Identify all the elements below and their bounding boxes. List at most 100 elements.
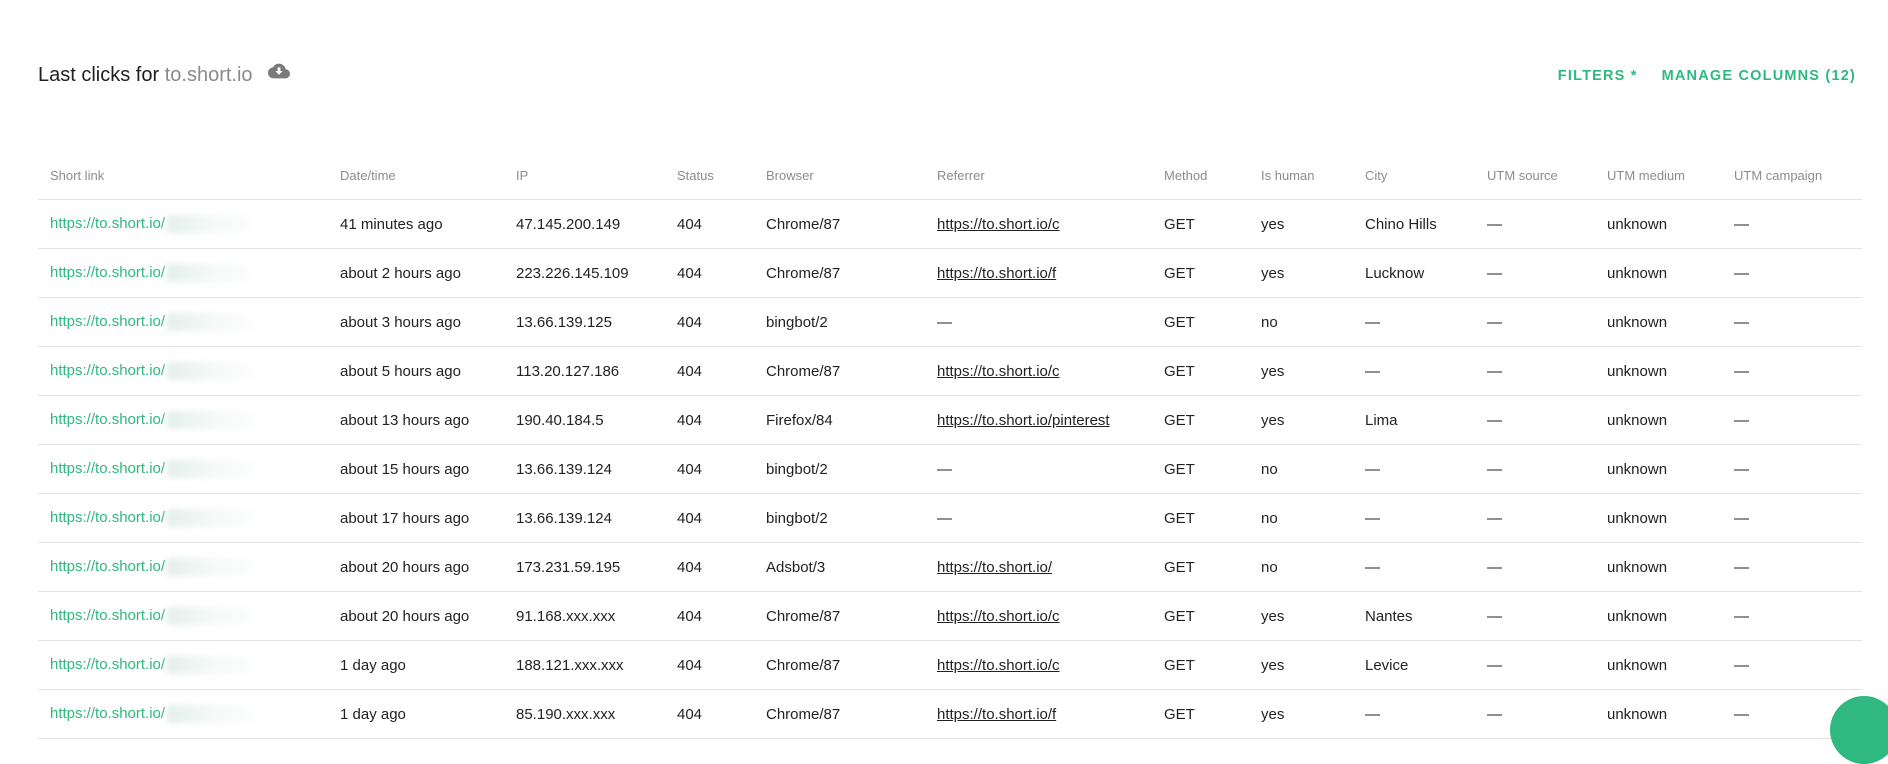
cell-browser: bingbot/2	[754, 297, 925, 347]
cell-is-human: yes	[1249, 248, 1353, 298]
referrer-link[interactable]: https://to.short.io/pinterest	[937, 412, 1110, 429]
redacted-slug	[167, 215, 266, 234]
short-link[interactable]: https://to.short.io/	[50, 509, 165, 526]
cell-short-link: https://to.short.io/	[38, 493, 328, 543]
cell-status: 404	[665, 493, 754, 543]
short-link[interactable]: https://to.short.io/	[50, 215, 165, 232]
cell-utm-campaign: —	[1722, 542, 1862, 592]
table-header-row: Short link Date/time IP Status Browser R…	[38, 152, 1862, 200]
short-link[interactable]: https://to.short.io/	[50, 558, 165, 575]
cell-method: GET	[1152, 248, 1249, 298]
cell-browser: bingbot/2	[754, 444, 925, 494]
cell-date-time: about 3 hours ago	[328, 297, 504, 347]
short-link[interactable]: https://to.short.io/	[50, 460, 165, 477]
short-link[interactable]: https://to.short.io/	[50, 313, 165, 330]
cell-short-link: https://to.short.io/	[38, 689, 328, 739]
cell-utm-campaign: —	[1722, 199, 1862, 249]
cell-utm-source: —	[1475, 248, 1595, 298]
column-header-status[interactable]: Status	[665, 152, 754, 200]
referrer-link[interactable]: https://to.short.io/c	[937, 657, 1060, 674]
column-header-utm-campaign[interactable]: UTM campaign	[1722, 152, 1862, 200]
floating-action-button[interactable]	[1830, 696, 1888, 764]
cell-date-time: about 20 hours ago	[328, 542, 504, 592]
column-header-short-link[interactable]: Short link	[38, 152, 328, 200]
column-header-is-human[interactable]: Is human	[1249, 152, 1353, 200]
redacted-slug	[167, 607, 266, 626]
short-link[interactable]: https://to.short.io/	[50, 362, 165, 379]
referrer-link[interactable]: https://to.short.io/c	[937, 608, 1060, 625]
column-header-utm-source[interactable]: UTM source	[1475, 152, 1595, 200]
cell-city: —	[1353, 346, 1475, 396]
cell-is-human: yes	[1249, 199, 1353, 249]
table-row: https://to.short.io/about 13 hours ago 19…	[38, 395, 1862, 445]
short-link[interactable]: https://to.short.io/	[50, 705, 165, 722]
column-header-utm-medium[interactable]: UTM medium	[1595, 152, 1722, 200]
cell-utm-campaign: —	[1722, 395, 1862, 445]
cell-browser: Firefox/84	[754, 395, 925, 445]
cell-utm-source: —	[1475, 297, 1595, 347]
redacted-slug	[167, 656, 266, 675]
short-link[interactable]: https://to.short.io/	[50, 264, 165, 281]
cell-utm-medium: unknown	[1595, 395, 1722, 445]
column-header-ip[interactable]: IP	[504, 152, 665, 200]
redacted-slug	[167, 411, 266, 430]
cell-browser: Chrome/87	[754, 591, 925, 641]
cell-utm-source: —	[1475, 542, 1595, 592]
cell-utm-medium: unknown	[1595, 199, 1722, 249]
cell-method: GET	[1152, 297, 1249, 347]
cell-status: 404	[665, 346, 754, 396]
cell-is-human: yes	[1249, 346, 1353, 396]
cell-city: —	[1353, 542, 1475, 592]
cell-ip: 190.40.184.5	[504, 395, 665, 445]
cell-ip: 223.226.145.109	[504, 248, 665, 298]
cell-utm-source: —	[1475, 395, 1595, 445]
referrer-link[interactable]: https://to.short.io/c	[937, 363, 1060, 380]
manage-columns-button[interactable]: MANAGE COLUMNS (12)	[1662, 68, 1856, 84]
cell-status: 404	[665, 199, 754, 249]
cell-ip: 113.20.127.186	[504, 346, 665, 396]
column-header-date-time[interactable]: Date/time	[328, 152, 504, 200]
column-header-browser[interactable]: Browser	[754, 152, 925, 200]
cell-short-link: https://to.short.io/	[38, 640, 328, 690]
table-row: https://to.short.io/about 17 hours ago 13…	[38, 493, 1862, 543]
cell-ip: 85.190.xxx.xxx	[504, 689, 665, 739]
cell-date-time: 41 minutes ago	[328, 199, 504, 249]
referrer-link[interactable]: https://to.short.io/	[937, 559, 1052, 576]
cell-method: GET	[1152, 542, 1249, 592]
cell-date-time: 1 day ago	[328, 640, 504, 690]
cell-is-human: yes	[1249, 591, 1353, 641]
column-header-method[interactable]: Method	[1152, 152, 1249, 200]
cell-utm-medium: unknown	[1595, 493, 1722, 543]
cell-browser: Chrome/87	[754, 689, 925, 739]
cell-utm-source: —	[1475, 199, 1595, 249]
cell-ip: 13.66.139.124	[504, 444, 665, 494]
cell-ip: 188.121.xxx.xxx	[504, 640, 665, 690]
table-row: https://to.short.io/about 15 hours ago 13…	[38, 444, 1862, 494]
cell-status: 404	[665, 248, 754, 298]
cell-city: —	[1353, 689, 1475, 739]
cell-method: GET	[1152, 640, 1249, 690]
cell-utm-medium: unknown	[1595, 346, 1722, 396]
table-row: https://to.short.io/about 3 hours ago 13.…	[38, 297, 1862, 347]
short-link[interactable]: https://to.short.io/	[50, 607, 165, 624]
column-header-city[interactable]: City	[1353, 152, 1475, 200]
short-link[interactable]: https://to.short.io/	[50, 411, 165, 428]
cell-is-human: yes	[1249, 689, 1353, 739]
redacted-slug	[167, 509, 266, 528]
referrer-link[interactable]: https://to.short.io/f	[937, 706, 1056, 723]
cell-method: GET	[1152, 444, 1249, 494]
cloud-download-icon[interactable]	[268, 62, 291, 85]
filters-button[interactable]: FILTERS *	[1558, 68, 1638, 84]
cell-referrer: https://to.short.io/c	[925, 640, 1152, 690]
cell-browser: Chrome/87	[754, 346, 925, 396]
cell-utm-source: —	[1475, 689, 1595, 739]
table-row: https://to.short.io/about 20 hours ago 91…	[38, 591, 1862, 641]
referrer-link[interactable]: https://to.short.io/f	[937, 265, 1056, 282]
referrer-link[interactable]: https://to.short.io/c	[937, 216, 1060, 233]
cell-referrer: https://to.short.io/c	[925, 591, 1152, 641]
column-header-referrer[interactable]: Referrer	[925, 152, 1152, 200]
cell-method: GET	[1152, 346, 1249, 396]
short-link[interactable]: https://to.short.io/	[50, 656, 165, 673]
cell-method: GET	[1152, 689, 1249, 739]
cell-date-time: 1 day ago	[328, 689, 504, 739]
